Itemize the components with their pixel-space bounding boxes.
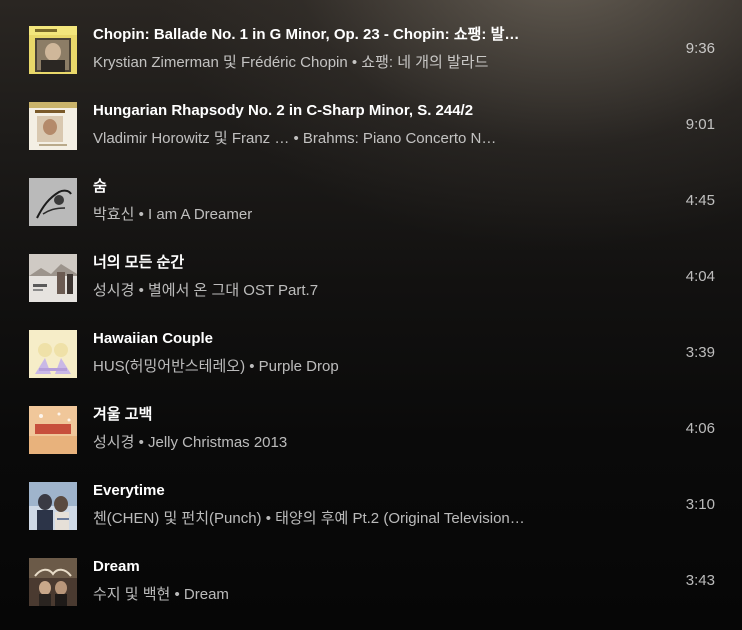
track-title[interactable]: Hungarian Rhapsody No. 2 in C-Sharp Mino… — [93, 102, 525, 120]
album-art-jelly-christmas-icon[interactable] — [29, 406, 77, 454]
track-duration: 4:04 — [685, 268, 715, 285]
track-subtitle[interactable]: 성시경 • 별에서 온 그대 OST Part.7 — [93, 282, 525, 300]
track-list: Chopin: Ballade No. 1 in G Minor, Op. 23… — [0, 10, 742, 618]
album-art-i-am-a-dreamer-icon[interactable] — [29, 178, 77, 226]
track-title[interactable]: Hawaiian Couple — [93, 330, 525, 348]
album-art-chopin-ballades-icon[interactable] — [29, 26, 77, 74]
track-subtitle[interactable]: 수지 및 백현 • Dream — [93, 586, 525, 604]
track-row[interactable]: 숨 박효신 • I am A Dreamer 4:45 — [0, 162, 742, 238]
track-row[interactable]: Everytime 첸(CHEN) 및 펀치(Punch) • 태양의 후예 P… — [0, 466, 742, 542]
track-row[interactable]: Hawaiian Couple HUS(허밍어반스테레오) • Purple D… — [0, 314, 742, 390]
track-title[interactable]: 겨울 고백 — [93, 406, 525, 424]
track-row[interactable]: Chopin: Ballade No. 1 in G Minor, Op. 23… — [0, 10, 742, 86]
track-row[interactable]: 너의 모든 순간 성시경 • 별에서 온 그대 OST Part.7 4:04 — [0, 238, 742, 314]
track-title[interactable]: 너의 모든 순간 — [93, 254, 525, 272]
track-duration: 9:36 — [685, 40, 715, 57]
album-art-ost-part7-icon[interactable] — [29, 254, 77, 302]
track-duration: 3:43 — [685, 572, 715, 589]
track-row[interactable]: 겨울 고백 성시경 • Jelly Christmas 2013 4:06 — [0, 390, 742, 466]
track-title[interactable]: Dream — [93, 558, 525, 576]
track-duration: 4:45 — [685, 192, 715, 209]
track-duration: 3:10 — [685, 496, 715, 513]
track-title[interactable]: 숨 — [93, 178, 525, 196]
track-subtitle[interactable]: 첸(CHEN) 및 펀치(Punch) • 태양의 후예 Pt.2 (Origi… — [93, 510, 525, 528]
track-row[interactable]: Dream 수지 및 백현 • Dream 3:43 — [0, 542, 742, 618]
track-row[interactable]: Hungarian Rhapsody No. 2 in C-Sharp Mino… — [0, 86, 742, 162]
track-subtitle[interactable]: Krystian Zimerman 및 Frédéric Chopin • 쇼팽… — [93, 54, 525, 72]
album-art-purple-drop-icon[interactable] — [29, 330, 77, 378]
track-subtitle[interactable]: 박효신 • I am A Dreamer — [93, 206, 525, 224]
track-title[interactable]: Chopin: Ballade No. 1 in G Minor, Op. 23… — [93, 26, 525, 44]
track-title[interactable]: Everytime — [93, 482, 525, 500]
track-subtitle[interactable]: Vladimir Horowitz 및 Franz … • Brahms: Pi… — [93, 130, 525, 148]
track-duration: 3:39 — [685, 344, 715, 361]
track-duration: 4:06 — [685, 420, 715, 437]
album-art-dream-icon[interactable] — [29, 558, 77, 606]
album-art-horowitz-icon[interactable] — [29, 102, 77, 150]
track-duration: 9:01 — [685, 116, 715, 133]
track-subtitle[interactable]: 성시경 • Jelly Christmas 2013 — [93, 434, 525, 452]
track-subtitle[interactable]: HUS(허밍어반스테레오) • Purple Drop — [93, 358, 525, 376]
album-art-descendants-of-the-sun-icon[interactable] — [29, 482, 77, 530]
